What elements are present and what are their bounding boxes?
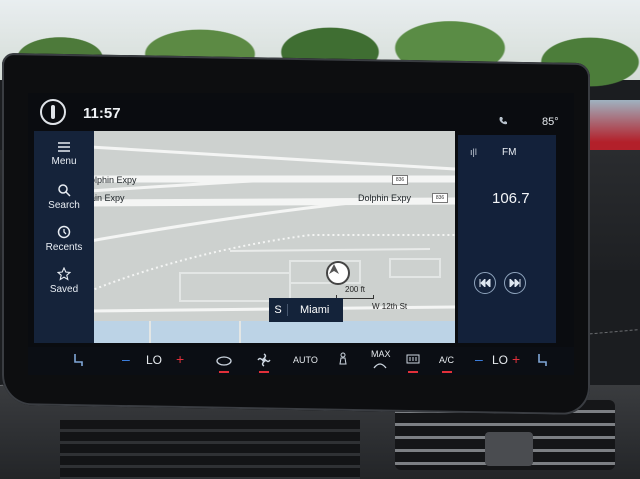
street-label: W 12th St [372,302,408,311]
climate-bar: – LO + AUTO MAX A/C – LO + [28,347,574,375]
radio-frequency: 106.7 [492,190,530,207]
highway-shield: 836 [432,193,448,203]
clock-icon [57,225,71,239]
ac-button[interactable]: A/C [439,355,454,365]
navigation-sidebar: Menu Search Recents Saved [34,131,94,343]
heading-indicator[interactable]: S Miami [269,298,343,322]
indicator-bar [408,371,418,373]
left-temp-down-button[interactable]: – [122,351,130,367]
right-temp-up-button[interactable]: + [512,351,520,367]
heading-direction: S [269,304,288,316]
indicator-bar [259,371,269,373]
defrost-front-icon [373,363,387,369]
photo-scene: 11:57 85° olphin Expy ain Expy Dolphin E… [0,0,640,479]
sidebar-item-search[interactable]: Search [34,183,94,211]
infotainment-screen: 11:57 85° olphin Expy ain Expy Dolphin E… [28,93,574,375]
sidebar-item-label: Recents [45,242,83,253]
sidebar-item-saved[interactable]: Saved [34,267,94,295]
map-scale: 200 ft [345,285,366,294]
seat-heat-right-icon[interactable] [536,353,548,367]
outside-temperature: 85° [542,116,559,128]
seat-heat-left-icon[interactable] [72,353,84,367]
signal-strength-icon: ı|l [470,147,477,157]
seek-forward-icon [509,279,521,287]
vehicle-position-icon [326,261,350,285]
road-label: ain Expy [90,193,125,203]
max-defrost-button[interactable]: MAX [371,349,391,359]
seek-back-icon [479,279,491,287]
right-temperature: LO [492,353,509,367]
indicator-bar [219,371,229,373]
indicator-bar [442,371,452,373]
sidebar-item-label: Menu [51,156,77,167]
road-label: olphin Expy [90,175,137,185]
auto-climate-button[interactable]: AUTO [293,355,318,365]
sidebar-item-label: Search [48,200,80,211]
lincoln-logo-icon[interactable] [40,99,66,125]
radio-band: FM [502,147,517,158]
fan-icon[interactable] [257,353,271,367]
highway-shield: 836 [392,175,408,185]
phone-icon [498,116,508,129]
search-icon [58,184,71,197]
star-icon [57,267,71,281]
menu-icon [58,142,70,152]
right-temp-down-button[interactable]: – [475,351,483,367]
radio-panel[interactable]: ı|l FM 106.7 [458,135,556,343]
sidebar-item-label: Saved [49,284,79,295]
sidebar-item-recents[interactable]: Recents [34,225,94,253]
heading-city: Miami [300,304,330,316]
sidebar-item-menu[interactable]: Menu [34,141,94,167]
center-console [60,420,360,479]
heated-steering-icon[interactable] [216,355,232,367]
road-label: Dolphin Expy [358,193,412,203]
vent-knob[interactable] [485,432,533,466]
defrost-rear-icon[interactable] [406,354,420,366]
seek-forward-button[interactable] [504,272,526,294]
seek-back-button[interactable] [474,272,496,294]
left-temperature: LO [146,353,163,367]
air-distribution-icon[interactable] [336,352,350,368]
navigation-map[interactable]: olphin Expy ain Expy Dolphin Expy 836 83… [90,131,455,343]
left-temp-up-button[interactable]: + [176,351,184,367]
clock-time: 11:57 [83,105,121,122]
